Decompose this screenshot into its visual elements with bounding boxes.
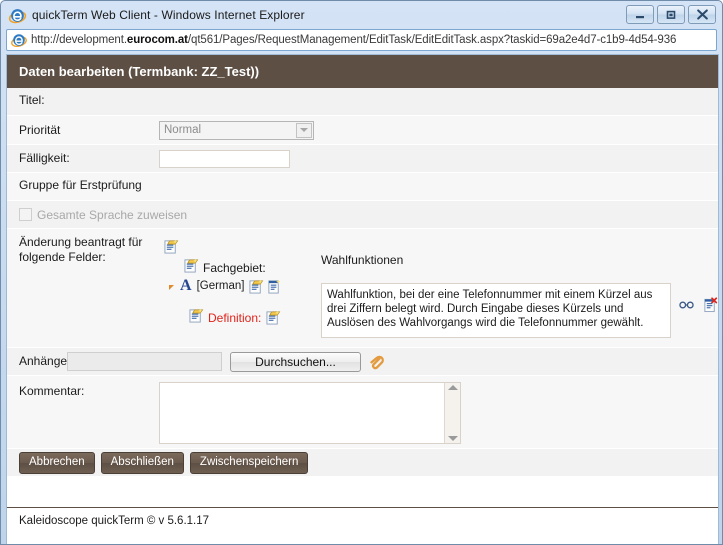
titel-value <box>159 88 718 96</box>
scroll-down-icon[interactable] <box>447 436 458 441</box>
page-title: Daten bearbeiten (Termbank: ZZ_Test)) <box>7 55 718 88</box>
form-row-faelligkeit: Fälligkeit: <box>7 145 718 173</box>
note-new-icon[interactable] <box>248 279 264 294</box>
action-button-bar: Abbrechen Abschließen Zwischenspeichern <box>7 451 309 474</box>
prioritaet-select[interactable]: Normal <box>159 120 314 140</box>
tree-item-fachgebiet: Fachgebiet: <box>159 258 718 277</box>
form-row-anhaenge: Anhänge: Durchsuchen... <box>7 348 718 376</box>
note-new-icon <box>189 308 204 327</box>
expand-triangle-icon[interactable] <box>169 284 174 290</box>
faelligkeit-field <box>159 146 718 172</box>
fachgebiet-label: Fachgebiet: <box>203 260 266 275</box>
faelligkeit-input[interactable] <box>159 149 290 168</box>
complete-button[interactable]: Abschließen <box>100 451 184 474</box>
note-new-icon <box>184 258 199 277</box>
language-label: [German] <box>196 280 245 292</box>
kommentar-field <box>159 376 718 448</box>
form-row-gesamte-sprache: Gesamte Sprache zuweisen <box>7 201 718 229</box>
note-new-icon <box>164 239 179 258</box>
anhaenge-label: Anhänge: <box>19 354 71 368</box>
faelligkeit-label: Fälligkeit: <box>19 151 70 165</box>
address-bar-url: http://development.eurocom.at/qt561/Page… <box>31 34 676 46</box>
url-domain: eurocom.at <box>126 34 188 46</box>
definition-label: Definition: <box>208 310 262 325</box>
aenderung-label-line2: folgende Felder: <box>19 250 106 264</box>
form-row-titel: Titel: <box>7 88 718 116</box>
document-delete-icon[interactable] <box>703 297 718 316</box>
gruppe-field <box>142 173 718 181</box>
window-controls <box>626 5 716 24</box>
note-new-icon[interactable] <box>266 310 281 325</box>
aenderung-label: Änderung beantragt für folgende Felder: <box>7 229 159 271</box>
definition-action-icons <box>679 297 718 316</box>
url-prefix: http://development. <box>31 34 127 46</box>
link-chain-icon[interactable] <box>679 299 694 314</box>
titel-label: Titel: <box>19 93 45 107</box>
url-suffix: /qt561/Pages/RequestManagement/EditTask/… <box>187 34 677 46</box>
close-button[interactable] <box>688 5 716 24</box>
gesamte-sprache-label: Gesamte Sprache zuweisen <box>37 207 188 222</box>
browser-window: quickTerm Web Client - Windows Internet … <box>0 0 723 545</box>
aenderung-field: Fachgebiet: A [German] Definition: Wahlf… <box>159 229 718 347</box>
window-title: quickTerm Web Client - Windows Internet … <box>32 8 305 22</box>
kommentar-scrollbar[interactable] <box>444 383 460 443</box>
gesamte-sprache-checkbox[interactable] <box>19 208 32 221</box>
kommentar-text[interactable] <box>160 383 444 443</box>
language-letter-icon: A <box>180 277 192 294</box>
browse-button[interactable]: Durchsuchen... <box>230 351 361 372</box>
save-draft-button[interactable]: Zwischenspeichern <box>189 451 309 474</box>
paperclip-icon[interactable] <box>368 354 384 370</box>
form-row-gruppe: Gruppe für Erstprüfung <box>7 173 718 201</box>
file-path-input[interactable] <box>67 352 222 371</box>
gruppe-label: Gruppe für Erstprüfung <box>19 178 142 192</box>
fachgebiet-value: Wahlfunktionen <box>321 253 404 267</box>
aenderung-label-line1: Änderung beantragt für <box>19 235 143 249</box>
definition-textbox[interactable]: Wahlfunktion, bei der eine Telefonnummer… <box>321 283 671 338</box>
prioritaet-field: Normal <box>159 117 718 144</box>
gesamte-sprache-checkbox-wrap[interactable]: Gesamte Sprache zuweisen <box>7 208 187 222</box>
window-titlebar: quickTerm Web Client - Windows Internet … <box>1 1 722 29</box>
minimize-button[interactable] <box>626 5 654 24</box>
page-viewport: Daten bearbeiten (Termbank: ZZ_Test)) Ti… <box>6 54 719 544</box>
address-bar[interactable]: http://development.eurocom.at/qt561/Page… <box>6 29 717 51</box>
form-row-kommentar: Kommentar: <box>7 376 718 449</box>
scroll-up-icon[interactable] <box>447 385 458 390</box>
form-rows: Titel: Priorität Normal Fälligkeit: Grup… <box>7 88 718 477</box>
form-row-aenderung: Änderung beantragt für folgende Felder: <box>7 229 718 348</box>
tree-root <box>159 239 718 258</box>
cancel-button[interactable]: Abbrechen <box>19 451 95 474</box>
ie-logo-icon <box>8 7 27 24</box>
kommentar-label: Kommentar: <box>19 384 85 398</box>
footer-version: Kaleidoscope quickTerm © v 5.6.1.17 <box>7 507 718 527</box>
form-row-buttons: Abbrechen Abschließen Zwischenspeichern <box>7 449 718 477</box>
document-new-icon[interactable] <box>267 279 282 294</box>
address-bar-container: http://development.eurocom.at/qt561/Page… <box>1 29 722 53</box>
form-row-prioritaet: Priorität Normal <box>7 116 718 145</box>
anhaenge-field: Durchsuchen... <box>67 348 718 376</box>
prioritaet-label: Priorität <box>19 122 61 137</box>
web-page: Daten bearbeiten (Termbank: ZZ_Test)) Ti… <box>7 55 718 544</box>
ie-logo-icon-small <box>11 32 27 48</box>
footer-spacer <box>7 477 718 507</box>
prioritaet-selected-value: Normal <box>164 124 202 136</box>
maximize-button[interactable] <box>657 5 685 24</box>
kommentar-textarea[interactable] <box>159 382 461 444</box>
chevron-down-icon[interactable] <box>296 122 312 138</box>
